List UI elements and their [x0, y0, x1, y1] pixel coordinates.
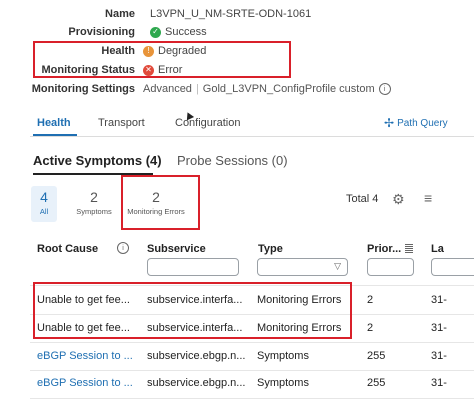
cell-root-cause-link[interactable]: eBGP Session to ... — [37, 350, 139, 362]
degraded-icon: ! — [143, 45, 154, 57]
health-text: Degraded — [158, 45, 207, 57]
filter-symptoms-label: Symptoms — [76, 207, 112, 216]
subservice-filter-input[interactable] — [147, 258, 239, 276]
cell-root-cause[interactable]: Unable to get fee... — [37, 294, 139, 306]
tab-health[interactable]: Health — [37, 117, 71, 129]
row-divider — [30, 342, 474, 343]
root-cause-info-icon[interactable]: i — [117, 242, 129, 254]
tab-configuration[interactable]: Configuration — [175, 117, 240, 129]
cell-last: 31- — [431, 350, 447, 362]
monitoring-status-label: Monitoring Status — [41, 64, 136, 76]
monitoring-mode: Advanced — [143, 83, 192, 95]
health-value: ! Degraded — [143, 45, 206, 57]
cell-last: 31- — [431, 377, 447, 389]
cell-last: 31- — [431, 322, 447, 334]
filter-symptoms[interactable]: 2 Symptoms — [72, 186, 116, 222]
col-type[interactable]: Type — [258, 243, 283, 255]
cell-root-cause[interactable]: Unable to get fee... — [37, 322, 139, 334]
last-filter-input[interactable] — [431, 258, 474, 276]
settings-gear-icon[interactable]: ⚙ — [392, 191, 405, 208]
column-resize-icon[interactable] — [405, 244, 413, 253]
sub-tab-active-symptoms[interactable]: Active Symptoms (4) — [33, 153, 162, 168]
name-value: L3VPN_U_NM-SRTE-ODN-1061 — [150, 8, 312, 20]
col-priority[interactable]: Prior... — [367, 243, 401, 255]
error-x-icon: ✕ — [143, 64, 154, 76]
cell-type: Symptoms — [257, 377, 309, 389]
cell-type: Monitoring Errors — [257, 294, 342, 306]
header-divider — [30, 285, 474, 286]
monitoring-settings-label: Monitoring Settings — [31, 83, 135, 95]
filter-monitoring-errors-label: Monitoring Errors — [127, 207, 185, 216]
tab-transport[interactable]: Transport — [98, 117, 145, 129]
cell-subservice: subservice.interfa... — [147, 322, 243, 334]
cell-subservice: subservice.ebgp.n... — [147, 350, 246, 362]
priority-filter-input[interactable] — [367, 258, 414, 276]
type-filter-select[interactable]: ▽ — [257, 258, 348, 276]
filter-all-count: 4 — [40, 189, 48, 205]
filter-all-label: All — [39, 207, 49, 216]
filter-icon[interactable]: ≡ — [424, 190, 432, 206]
cell-type: Monitoring Errors — [257, 322, 342, 334]
cell-subservice: subservice.interfa... — [147, 294, 243, 306]
col-last[interactable]: La — [431, 243, 444, 255]
success-check-icon: ✓ — [150, 26, 161, 38]
chevron-down-icon: ▽ — [334, 261, 341, 271]
total-count: Total 4 — [346, 193, 379, 205]
monitoring-status-value: ✕ Error — [143, 64, 182, 76]
settings-separator: | — [195, 83, 199, 95]
monitoring-settings-value: Advanced | Gold_L3VPN_ConfigProfile cust… — [143, 83, 391, 95]
info-icon[interactable]: i — [378, 83, 391, 95]
monitoring-status-text: Error — [158, 64, 183, 76]
cell-priority: 255 — [367, 350, 386, 362]
sub-tab-probe-sessions[interactable]: Probe Sessions (0) — [177, 153, 288, 168]
health-label: Health — [101, 45, 135, 57]
provisioning-text: Success — [165, 26, 207, 38]
filter-monitoring-errors-count: 2 — [152, 189, 160, 205]
row-divider — [30, 398, 474, 399]
path-query-label: Path Query — [397, 117, 448, 129]
col-subservice[interactable]: Subservice — [147, 243, 206, 255]
tabs-divider — [30, 136, 474, 137]
provisioning-value: ✓ Success — [150, 26, 207, 38]
row-divider — [30, 314, 474, 315]
cell-subservice: subservice.ebgp.n... — [147, 377, 246, 389]
cell-last: 31- — [431, 294, 447, 306]
filter-symptoms-count: 2 — [90, 189, 98, 205]
cell-priority: 2 — [367, 322, 374, 334]
provisioning-label: Provisioning — [68, 26, 135, 38]
cell-type: Symptoms — [257, 350, 309, 362]
filter-monitoring-errors[interactable]: 2 Monitoring Errors — [123, 186, 189, 222]
cell-priority: 255 — [367, 377, 386, 389]
monitoring-profile: Gold_L3VPN_ConfigProfile custom — [202, 83, 375, 95]
col-root-cause[interactable]: Root Cause — [37, 243, 98, 255]
row-divider — [30, 370, 474, 371]
name-label: Name — [105, 8, 135, 20]
sub-tab-underline — [33, 173, 153, 175]
filter-all[interactable]: 4 All — [31, 186, 57, 222]
path-query-button[interactable]: ✢ Path Query — [384, 116, 448, 130]
cell-root-cause-link[interactable]: eBGP Session to ... — [37, 377, 139, 389]
path-query-icon: ✢ — [384, 116, 395, 130]
cell-priority: 2 — [367, 294, 374, 306]
